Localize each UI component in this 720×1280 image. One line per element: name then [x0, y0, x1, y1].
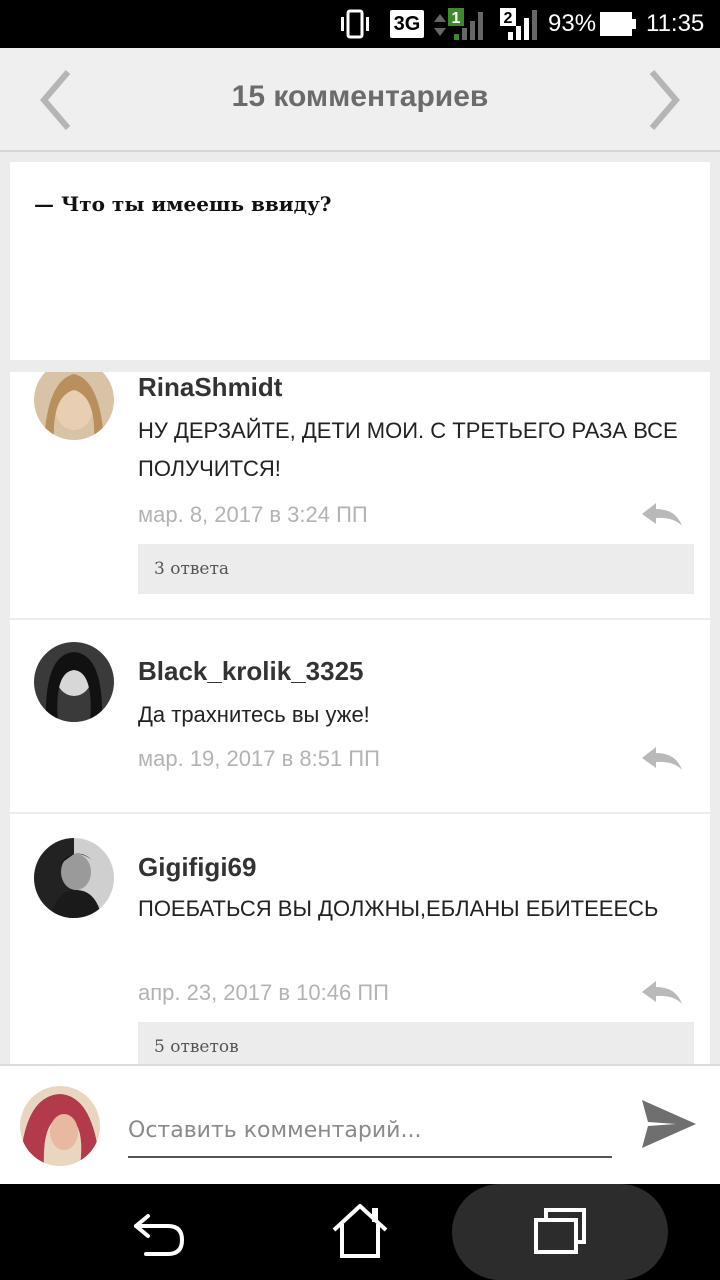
- comment-date: апр. 23, 2017 в 10:46 ПП: [138, 980, 389, 1005]
- comments-list[interactable]: RinaShmidt НУ ДЕРЗАЙТЕ, ДЕТИ МОИ. С ТРЕТ…: [10, 372, 710, 1064]
- recents-icon[interactable]: [528, 1198, 592, 1266]
- send-icon[interactable]: [640, 1096, 698, 1152]
- comment-text: Да трахнитесь вы уже!: [138, 702, 370, 727]
- avatar[interactable]: [34, 642, 114, 722]
- comment-item: Black_krolik_3325 Да трахнитесь вы уже! …: [10, 620, 710, 812]
- comment-item: RinaShmidt НУ ДЕРЗАЙТЕ, ДЕТИ МОИ. С ТРЕТ…: [10, 372, 710, 618]
- reply-icon[interactable]: [640, 978, 684, 1008]
- back-icon[interactable]: [128, 1198, 192, 1266]
- system-navbar: [0, 1184, 720, 1280]
- comment-input[interactable]: [128, 1104, 612, 1158]
- page-title: 15 комментариев: [231, 80, 489, 113]
- vibrate-icon: [341, 9, 369, 39]
- avatar[interactable]: [34, 838, 114, 918]
- reply-icon[interactable]: [640, 500, 684, 530]
- reply-icon[interactable]: [640, 744, 684, 774]
- header: 15 комментариев: [0, 48, 720, 152]
- home-icon[interactable]: [330, 1198, 390, 1266]
- signal-sim2-icon: 2: [500, 8, 537, 40]
- story-excerpt: — Что ты имеешь ввиду?: [10, 162, 710, 360]
- status-bar: 3G 1 2 93% 11:35: [0, 0, 720, 48]
- sim2-label: 2: [504, 10, 513, 27]
- story-text: — Что ты имеешь ввиду?: [34, 192, 332, 216]
- network-type: 3G: [390, 10, 424, 38]
- replies-button[interactable]: 5 ответов: [138, 1022, 694, 1064]
- comment-author[interactable]: RinaShmidt: [138, 372, 282, 403]
- comment-text: ПОЕБАТЬСЯ ВЫ ДОЛЖНЫ,ЕБЛАНЫ ЕБИТЕЕЕСЬ: [138, 896, 659, 921]
- sim1-label: 1: [452, 10, 461, 27]
- comment-item: Gigifigi69 ПОЕБАТЬСЯ ВЫ ДОЛЖНЫ,ЕБЛАНЫ ЕБ…: [10, 814, 710, 1064]
- comment-author[interactable]: Black_krolik_3325: [138, 656, 364, 687]
- chevron-right-icon[interactable]: [644, 68, 684, 132]
- replies-button[interactable]: 3 ответа: [138, 544, 694, 594]
- comment-date: мар. 19, 2017 в 8:51 ПП: [138, 746, 380, 771]
- user-avatar[interactable]: [20, 1086, 100, 1166]
- compose-bar: [0, 1064, 720, 1184]
- battery-icon: [600, 12, 636, 36]
- signal-sim1-icon: 1: [434, 8, 483, 40]
- clock: 11:35: [646, 10, 705, 37]
- avatar[interactable]: [34, 372, 114, 440]
- battery-percent: 93%: [548, 10, 597, 37]
- comment-text: НУ ДЕРЗАЙТЕ, ДЕТИ МОИ. С ТРЕТЬЕГО РАЗА В…: [138, 418, 678, 481]
- comment-author[interactable]: Gigifigi69: [138, 852, 256, 883]
- comment-date: мар. 8, 2017 в 3:24 ПП: [138, 502, 368, 527]
